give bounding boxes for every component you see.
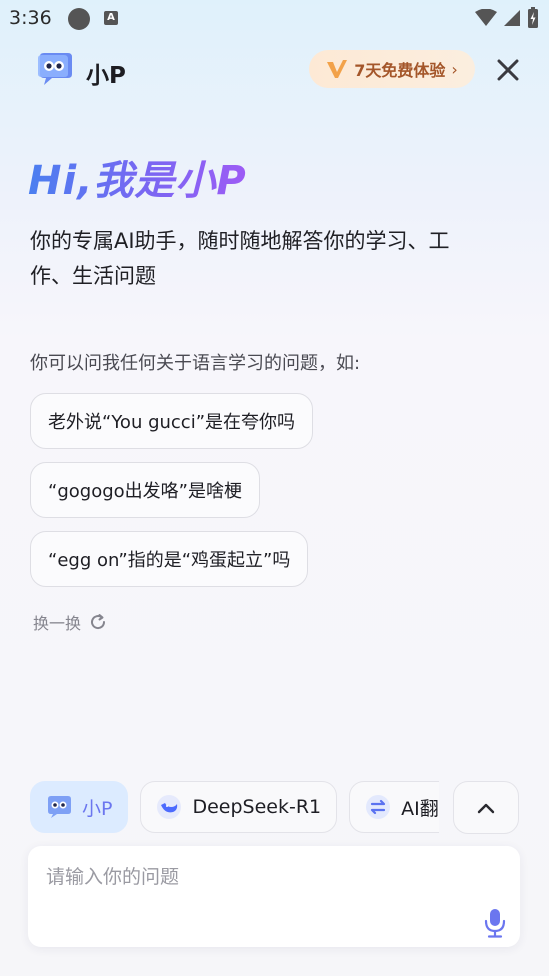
free-trial-label: 7天免费体验 [354,61,446,80]
battery-icon [528,7,538,28]
refresh-suggestions-button[interactable]: 换一换 [33,610,107,634]
model-label: 小P [82,797,113,820]
deepseek-whale-icon [157,795,182,819]
model-chip-xiaop[interactable]: 小P [30,781,129,833]
greeting-title: Hi,我是小P [28,148,247,206]
question-input[interactable] [44,858,468,896]
chevron-up-icon [477,803,495,813]
status-icons [475,7,539,29]
suggested-questions: 老外说“You gucci”是在夸你吗 “gogogo出发咯”是啥梗 “egg … [30,393,314,587]
keyboard-a-icon: A [104,11,118,25]
model-label: AI翻译 [401,797,439,820]
question-input-box [28,846,520,947]
wifi-icon [475,9,497,26]
model-chip-ai-translate[interactable]: AI翻译 [349,781,439,833]
refresh-label: 换一换 [33,614,82,633]
expand-models-button[interactable] [453,781,519,834]
close-icon[interactable] [494,56,522,84]
refresh-icon [91,614,106,630]
greeting-subtitle: 你的专属AI助手，随时随地解答你的学习、工作、生活问题 [30,229,450,288]
app-header: 小P 7天免费体验 › [0,44,549,96]
suggestion-chip[interactable]: “gogogo出发咯”是啥梗 [30,462,260,518]
suggestion-chip[interactable]: 老外说“You gucci”是在夸你吗 [30,393,314,449]
notification-dot-icon [68,8,90,30]
cell-signal-icon [504,10,520,26]
model-selector: 小P DeepSeek-R1 AI翻译 [30,781,439,835]
xiaop-robot-icon [48,796,71,818]
prompt-intro-text: 你可以问我任何关于语言学习的问题，如: [30,353,361,374]
translate-swap-icon [366,795,391,819]
xiaop-logo-icon [38,53,72,85]
status-time: 3:36 [9,7,52,29]
suggestion-chip[interactable]: “egg on”指的是“鸡蛋起立”吗 [30,531,309,587]
chevron-right-icon: › [451,59,458,79]
model-chip-deepseek[interactable]: DeepSeek-R1 [140,781,338,833]
status-bar: 3:36 A [0,0,549,36]
microphone-icon[interactable] [484,908,506,938]
model-label: DeepSeek-R1 [192,796,322,818]
free-trial-button[interactable]: 7天免费体验 › [309,50,475,88]
app-title: 小P [86,63,126,89]
vip-v-icon [327,60,348,78]
